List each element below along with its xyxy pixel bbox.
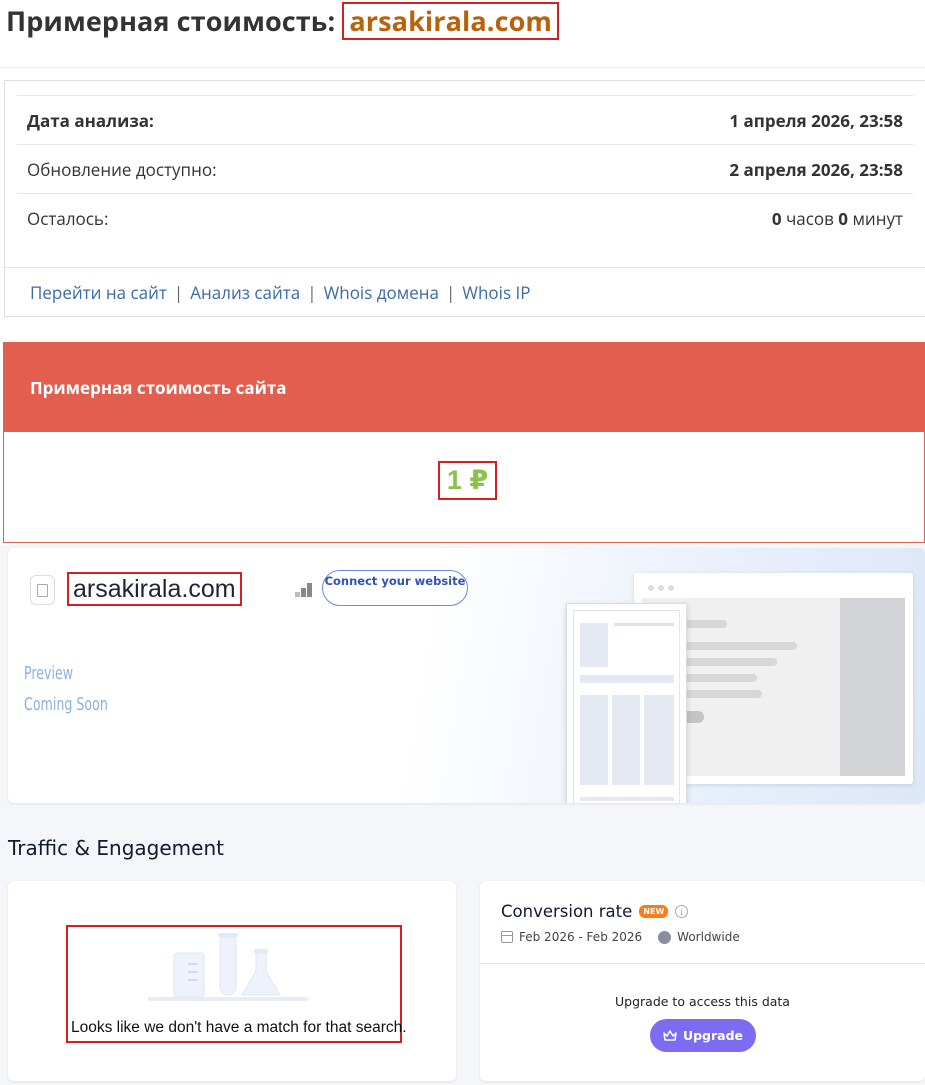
update-available-value: 2 апреля 2026, 23:58	[729, 157, 903, 181]
analysis-date-value: 1 апреля 2026, 23:58	[729, 108, 903, 132]
traffic-engagement-heading: Traffic & Engagement	[8, 836, 224, 860]
link-separator: |	[445, 281, 456, 304]
remaining-value: 0 часов 0 минут	[772, 207, 903, 230]
calendar-icon	[501, 931, 513, 943]
conversion-rate-meta: Feb 2026 - Feb 2026 Worldwide	[501, 930, 740, 944]
link-separator: |	[307, 281, 317, 304]
valuation-heading: Примерная стоимость сайта	[4, 343, 924, 432]
link-whois-ip[interactable]: Whois IP	[462, 281, 530, 304]
remaining-hours-unit: часов	[781, 207, 839, 230]
conversion-rate-title: Conversion rate NEW i	[501, 902, 689, 921]
info-row-analysis-date: Дата анализа: 1 апреля 2026, 23:58	[17, 96, 913, 145]
conversion-rate-label: Conversion rate	[501, 902, 633, 921]
info-row-remaining: Осталось: 0 часов 0 минут	[17, 194, 913, 243]
preview-line-1: Preview	[24, 663, 74, 684]
no-match-panel: Looks like we don't have a match for tha…	[66, 925, 407, 1043]
valuation-panel: Примерная стоимость сайта 1 ₽	[3, 342, 925, 543]
analysis-info-box: Дата анализа: 1 апреля 2026, 23:58 Обнов…	[4, 80, 925, 317]
link-site-analysis[interactable]: Анализ сайта	[190, 281, 300, 304]
no-match-message: Looks like we don't have a match for tha…	[71, 1019, 407, 1036]
rank-bars-icon	[295, 583, 313, 597]
conversion-rate-card: Conversion rate NEW i Feb 2026 - Feb 202…	[480, 881, 925, 1081]
site-links-bar: Перейти на сайт | Анализ сайта | Whois д…	[5, 267, 925, 317]
mobile-preview-image	[566, 603, 687, 803]
info-icon[interactable]: i	[675, 905, 689, 918]
browser-dots-icon	[648, 585, 674, 591]
site-overview-card: arsakirala.com Connect your website Prev…	[8, 548, 925, 803]
title-divider	[0, 67, 925, 68]
connect-website-button[interactable]: Connect your website	[322, 570, 468, 606]
update-available-label: Обновление доступно:	[27, 157, 217, 181]
date-range: Feb 2026 - Feb 2026	[519, 930, 643, 944]
site-favicon-icon	[30, 575, 55, 605]
traffic-embed: arsakirala.com Connect your website Prev…	[0, 545, 925, 1085]
globe-icon	[658, 930, 672, 944]
remaining-label: Осталось:	[27, 207, 109, 230]
preview-line-2: Coming Soon	[24, 694, 108, 715]
new-badge: NEW	[639, 905, 669, 918]
upgrade-button[interactable]: Upgrade	[650, 1019, 756, 1052]
remaining-minutes-unit: минут	[848, 207, 903, 230]
lab-flask-icon	[148, 933, 308, 1001]
link-go-to-site[interactable]: Перейти на сайт	[30, 281, 167, 304]
upgrade-button-label: Upgrade	[682, 1028, 744, 1043]
page-title-prefix: Примерная стоимость:	[6, 2, 343, 39]
card-divider	[480, 963, 925, 964]
remaining-minutes: 0	[838, 207, 849, 230]
link-separator: |	[173, 281, 184, 304]
crown-icon	[663, 1030, 677, 1041]
traffic-result-card: Looks like we don't have a match for tha…	[8, 881, 456, 1081]
page-title-domain: arsakirala.com	[342, 2, 559, 40]
analysis-date-label: Дата анализа:	[27, 108, 154, 132]
page-title: Примерная стоимость: arsakirala.com	[6, 2, 559, 40]
valuation-amount: 1 ₽	[438, 461, 497, 500]
info-row-update-available: Обновление доступно: 2 апреля 2026, 23:5…	[17, 145, 913, 194]
site-domain-name[interactable]: arsakirala.com	[67, 572, 242, 606]
link-whois-domain[interactable]: Whois домена	[324, 281, 439, 304]
upgrade-prompt: Upgrade to access this data	[615, 994, 790, 1009]
analysis-info-table: Дата анализа: 1 апреля 2026, 23:58 Обнов…	[17, 95, 913, 243]
region: Worldwide	[677, 930, 740, 944]
remaining-hours: 0	[771, 207, 782, 230]
